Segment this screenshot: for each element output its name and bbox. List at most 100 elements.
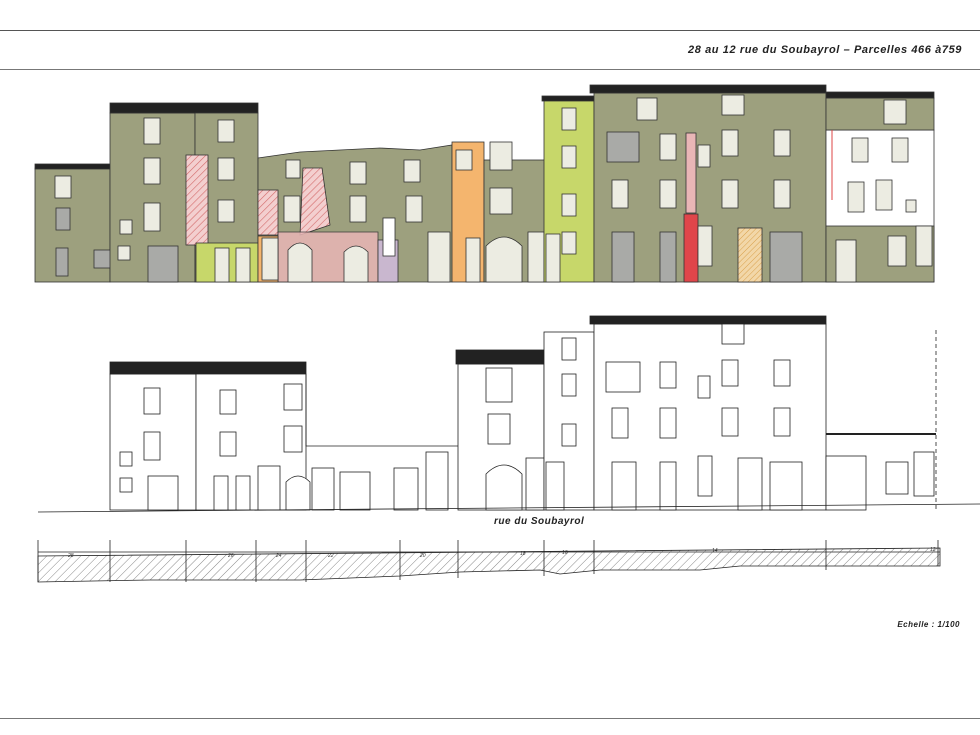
hatched-zone	[257, 189, 279, 236]
roof-20-outline	[455, 349, 547, 365]
window-outline	[773, 407, 791, 437]
colored-elevation	[34, 84, 935, 283]
window	[561, 145, 577, 169]
white-opening	[382, 217, 396, 257]
roof-14-outline	[589, 315, 827, 325]
roof-12	[825, 91, 935, 99]
roof-26-24-outline	[109, 361, 307, 375]
door	[545, 233, 561, 283]
stone-jamb	[465, 237, 481, 283]
scale-label: Echelle : 1/100	[897, 620, 960, 629]
shuttered-window	[606, 131, 640, 163]
window-outline	[697, 455, 713, 497]
window-stone	[489, 187, 513, 215]
door-outline	[235, 475, 251, 511]
window-outline	[773, 359, 791, 387]
window-outline	[913, 451, 935, 497]
door	[835, 239, 857, 283]
window-outline	[721, 407, 739, 437]
window-outline	[561, 373, 577, 397]
ruin-line	[305, 374, 458, 447]
window-outline	[721, 323, 745, 345]
window	[143, 117, 161, 145]
parcel-label-28: 28	[67, 553, 74, 559]
window	[773, 179, 791, 209]
window-stone	[283, 195, 301, 223]
window-stone	[349, 195, 367, 223]
window	[773, 129, 791, 157]
window-outline	[561, 423, 577, 447]
pink-strip	[685, 132, 697, 214]
window	[721, 179, 739, 209]
window-outline	[611, 407, 629, 439]
door	[659, 231, 677, 283]
elevation-drawing: 28 26 24 22 20 18 16 14 12	[34, 84, 980, 583]
parcel-label-24: 24	[275, 553, 282, 559]
stone-jamb-outline	[311, 467, 335, 511]
window-stone	[489, 141, 513, 171]
window	[55, 207, 71, 231]
door	[214, 247, 230, 283]
stone-jamb-outline	[425, 451, 449, 511]
roof-28-left	[34, 163, 111, 170]
niche-window	[119, 219, 133, 235]
window-outline	[283, 425, 303, 453]
window-outline	[885, 461, 909, 495]
roof-26-24	[109, 102, 259, 114]
window-outline	[561, 337, 577, 361]
window	[143, 157, 161, 185]
stone-jamb-outline	[393, 467, 419, 511]
window-stone	[54, 175, 72, 199]
section-hatch	[37, 547, 941, 583]
window	[561, 107, 577, 131]
small-window-outline	[119, 477, 133, 493]
garage-outline	[769, 461, 803, 511]
window-stone	[405, 195, 423, 223]
window	[659, 179, 677, 209]
window	[143, 202, 161, 232]
window-outline	[487, 413, 511, 445]
window	[697, 225, 713, 267]
red-strip	[683, 213, 699, 283]
window-stone	[403, 159, 421, 183]
demolished-zone	[185, 154, 209, 246]
stone-jamb-outline	[825, 455, 867, 511]
window	[851, 137, 869, 163]
door-outline	[339, 471, 371, 511]
window	[875, 179, 893, 211]
parcel-label-20: 20	[419, 553, 426, 559]
window-outline	[485, 367, 513, 403]
door	[55, 247, 69, 277]
window	[636, 97, 658, 121]
arch-outline	[485, 464, 523, 511]
door-outline	[659, 461, 677, 511]
window	[217, 199, 235, 223]
window	[217, 119, 235, 143]
door	[611, 231, 635, 283]
window	[721, 129, 739, 157]
parcel-label-26: 26	[227, 553, 234, 559]
window-stone	[349, 161, 367, 185]
small-window	[905, 199, 917, 213]
stone-jamb	[527, 231, 545, 283]
door-outline	[545, 461, 565, 511]
shutter-outline	[605, 361, 641, 393]
orange-hatched-door	[737, 227, 763, 283]
stone-jamb	[261, 237, 279, 281]
small-window	[117, 245, 131, 261]
frame-bottom-rule	[0, 718, 980, 719]
parcel-label-12: 12	[930, 547, 936, 553]
arched-door	[485, 236, 523, 283]
green-attic	[825, 97, 935, 131]
arched-door	[287, 242, 313, 283]
street-name: rue du Soubayrol	[494, 516, 585, 527]
window	[847, 181, 865, 213]
window-stone	[285, 159, 301, 179]
architectural-sheet: 28 au 12 rue du Soubayrol – Parcelles 46…	[0, 0, 980, 735]
window	[721, 94, 745, 116]
roof-16	[541, 95, 597, 102]
line-elevation	[109, 315, 937, 511]
window	[217, 157, 235, 181]
parcel-label-14: 14	[712, 548, 718, 554]
door-outline	[737, 457, 763, 511]
